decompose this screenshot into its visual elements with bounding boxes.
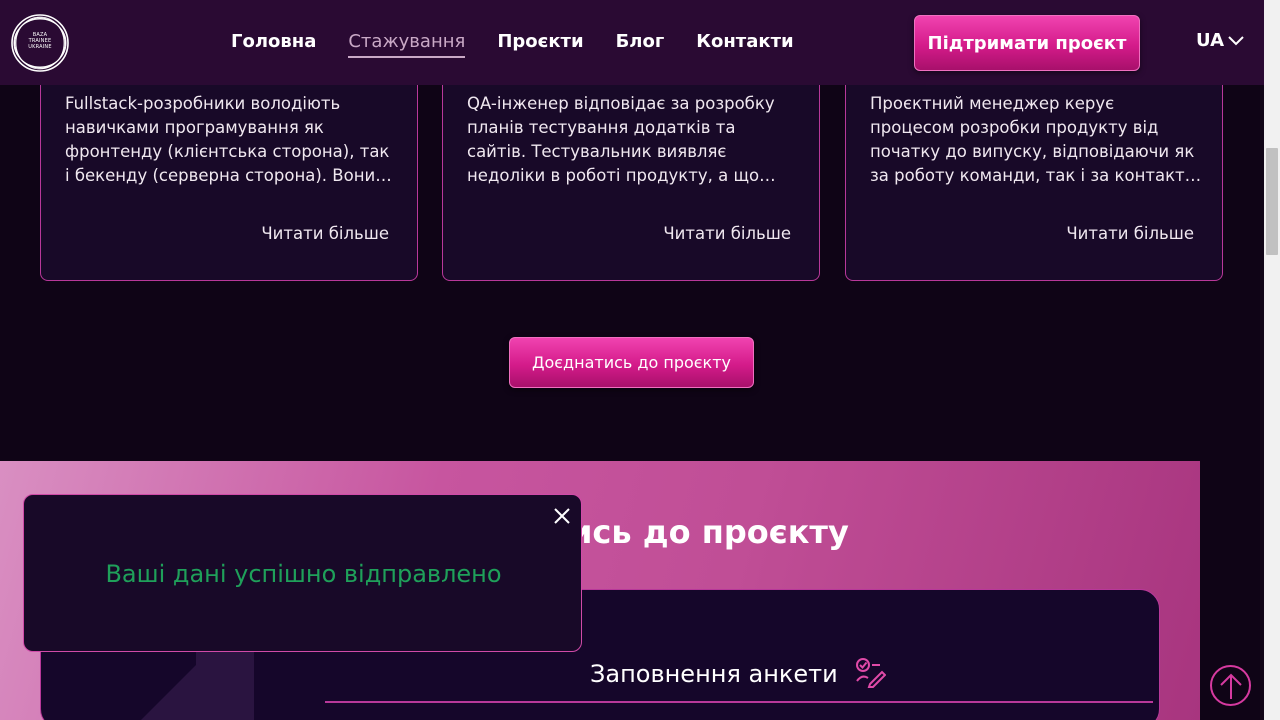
card-description: Fullstack-розробники володіють навичками… bbox=[65, 94, 392, 185]
nav-item-projects[interactable]: Проєкти bbox=[497, 30, 583, 54]
read-more-link[interactable]: Читати більше bbox=[663, 224, 791, 243]
scrollbar-thumb[interactable] bbox=[1266, 148, 1278, 255]
logo-text: BAZA TRAINEE UKRAINE bbox=[28, 32, 52, 50]
nav-item-blog[interactable]: Блог bbox=[616, 30, 665, 54]
chevron-down-icon bbox=[1228, 35, 1244, 45]
nav-item-contacts[interactable]: Контакти bbox=[696, 30, 793, 54]
toast-message: Ваші дані успішно відправлено bbox=[105, 560, 502, 588]
scroll-to-top-button[interactable] bbox=[1210, 665, 1251, 706]
join-project-button[interactable]: Доєднатись до проєкту bbox=[509, 337, 754, 388]
language-selector[interactable]: UA bbox=[1196, 30, 1244, 51]
card-description: Проєктний менеджер керує процесом розроб… bbox=[870, 94, 1196, 185]
read-more-link[interactable]: Читати більше bbox=[1066, 224, 1194, 243]
support-project-button[interactable]: Підтримати проєкт bbox=[914, 15, 1140, 71]
nav-item-home[interactable]: Головна bbox=[231, 30, 316, 54]
card-description: QA-інженер відповідає за розробку планів… bbox=[467, 94, 775, 185]
site-header: BAZA TRAINEE UKRAINE Головна Стажування … bbox=[0, 0, 1264, 85]
success-toast: Ваші дані успішно відправлено bbox=[23, 494, 582, 652]
decorative-arrow-icon bbox=[141, 650, 254, 720]
arrow-up-icon bbox=[1219, 673, 1242, 699]
join-section-title: ись до проєкту bbox=[570, 513, 849, 551]
nav-item-internship[interactable]: Стажування bbox=[348, 30, 465, 58]
logo[interactable]: BAZA TRAINEE UKRAINE bbox=[10, 13, 70, 73]
read-more-link[interactable]: Читати більше bbox=[261, 224, 389, 243]
form-divider bbox=[325, 701, 1153, 703]
checklist-edit-icon bbox=[856, 658, 886, 688]
language-label: UA bbox=[1196, 30, 1224, 51]
form-heading: Заповнення анкети bbox=[590, 660, 838, 688]
page-scrollbar[interactable] bbox=[1264, 0, 1280, 720]
main-nav: Головна Стажування Проєкти Блог Контакти bbox=[231, 30, 826, 58]
close-icon[interactable] bbox=[552, 506, 572, 526]
